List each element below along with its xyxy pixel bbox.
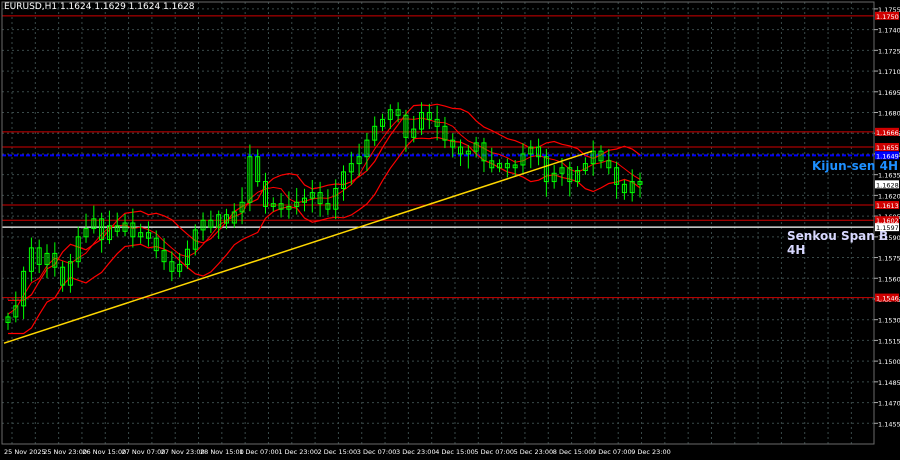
x-tick-label: 26 Nov 15:00	[82, 448, 126, 456]
x-tick-label: 5 Dec 23:00	[514, 448, 554, 456]
time-axis: 25 Nov 202525 Nov 23:0026 Nov 15:0027 No…	[4, 448, 671, 456]
x-tick-label: 8 Dec 15:00	[553, 448, 593, 456]
price-label-text: 1.1628	[876, 181, 899, 189]
x-tick-label: 28 Nov 15:00	[200, 448, 244, 456]
y-tick-label: 1.1620	[878, 192, 900, 200]
x-tick-label: 3 Dec 07:00	[357, 448, 397, 456]
x-tick-label: 9 Dec 07:00	[592, 448, 632, 456]
y-tick-label: 1.1515	[878, 337, 900, 345]
x-tick-label: 3 Dec 23:00	[396, 448, 436, 456]
price-chart[interactable]: 1.17551.17401.17251.17101.16951.16801.16…	[0, 0, 900, 460]
price-label-text: 1.1655	[876, 144, 899, 152]
y-tick-label: 1.1560	[878, 275, 900, 283]
y-tick-label: 1.1500	[878, 358, 900, 366]
price-label-text: 1.1666	[876, 129, 899, 137]
y-tick-label: 1.1680	[878, 110, 900, 118]
x-tick-label: 25 Nov 2025	[4, 448, 46, 456]
symbol-info: EURUSD,H1 1.1624 1.1629 1.1624 1.1628	[4, 2, 195, 12]
x-tick-label: 4 Dec 15:00	[435, 448, 475, 456]
y-tick-label: 1.1470	[878, 400, 900, 408]
x-tick-label: 27 Nov 23:00	[161, 448, 205, 456]
y-tick-label: 1.1740	[878, 27, 900, 35]
x-tick-label: 2 Dec 15:00	[318, 448, 358, 456]
y-tick-label: 1.1725	[878, 47, 900, 55]
y-tick-label: 1.1455	[878, 420, 900, 428]
y-tick-label: 1.1695	[878, 89, 900, 97]
price-label-text: 1.1546	[876, 295, 899, 303]
x-tick-label: 9 Dec 23:00	[631, 448, 671, 456]
y-tick-label: 1.1485	[878, 379, 900, 387]
y-tick-label: 1.1710	[878, 68, 900, 76]
x-tick-label: 5 Dec 07:00	[474, 448, 514, 456]
y-tick-label: 1.1530	[878, 317, 900, 325]
x-tick-label: 25 Nov 23:00	[43, 448, 87, 456]
x-tick-label: 1 Dec 23:00	[278, 448, 318, 456]
x-tick-label: 1 Dec 07:00	[239, 448, 279, 456]
price-label-text: 1.1750	[876, 13, 899, 21]
kijun-sen-label: Kijun-sen 4H	[812, 159, 898, 174]
price-label-text: 1.1613	[876, 202, 899, 210]
senkou-span-b-label: Senkou Span B 4H	[787, 229, 889, 258]
x-tick-label: 27 Nov 07:00	[122, 448, 166, 456]
